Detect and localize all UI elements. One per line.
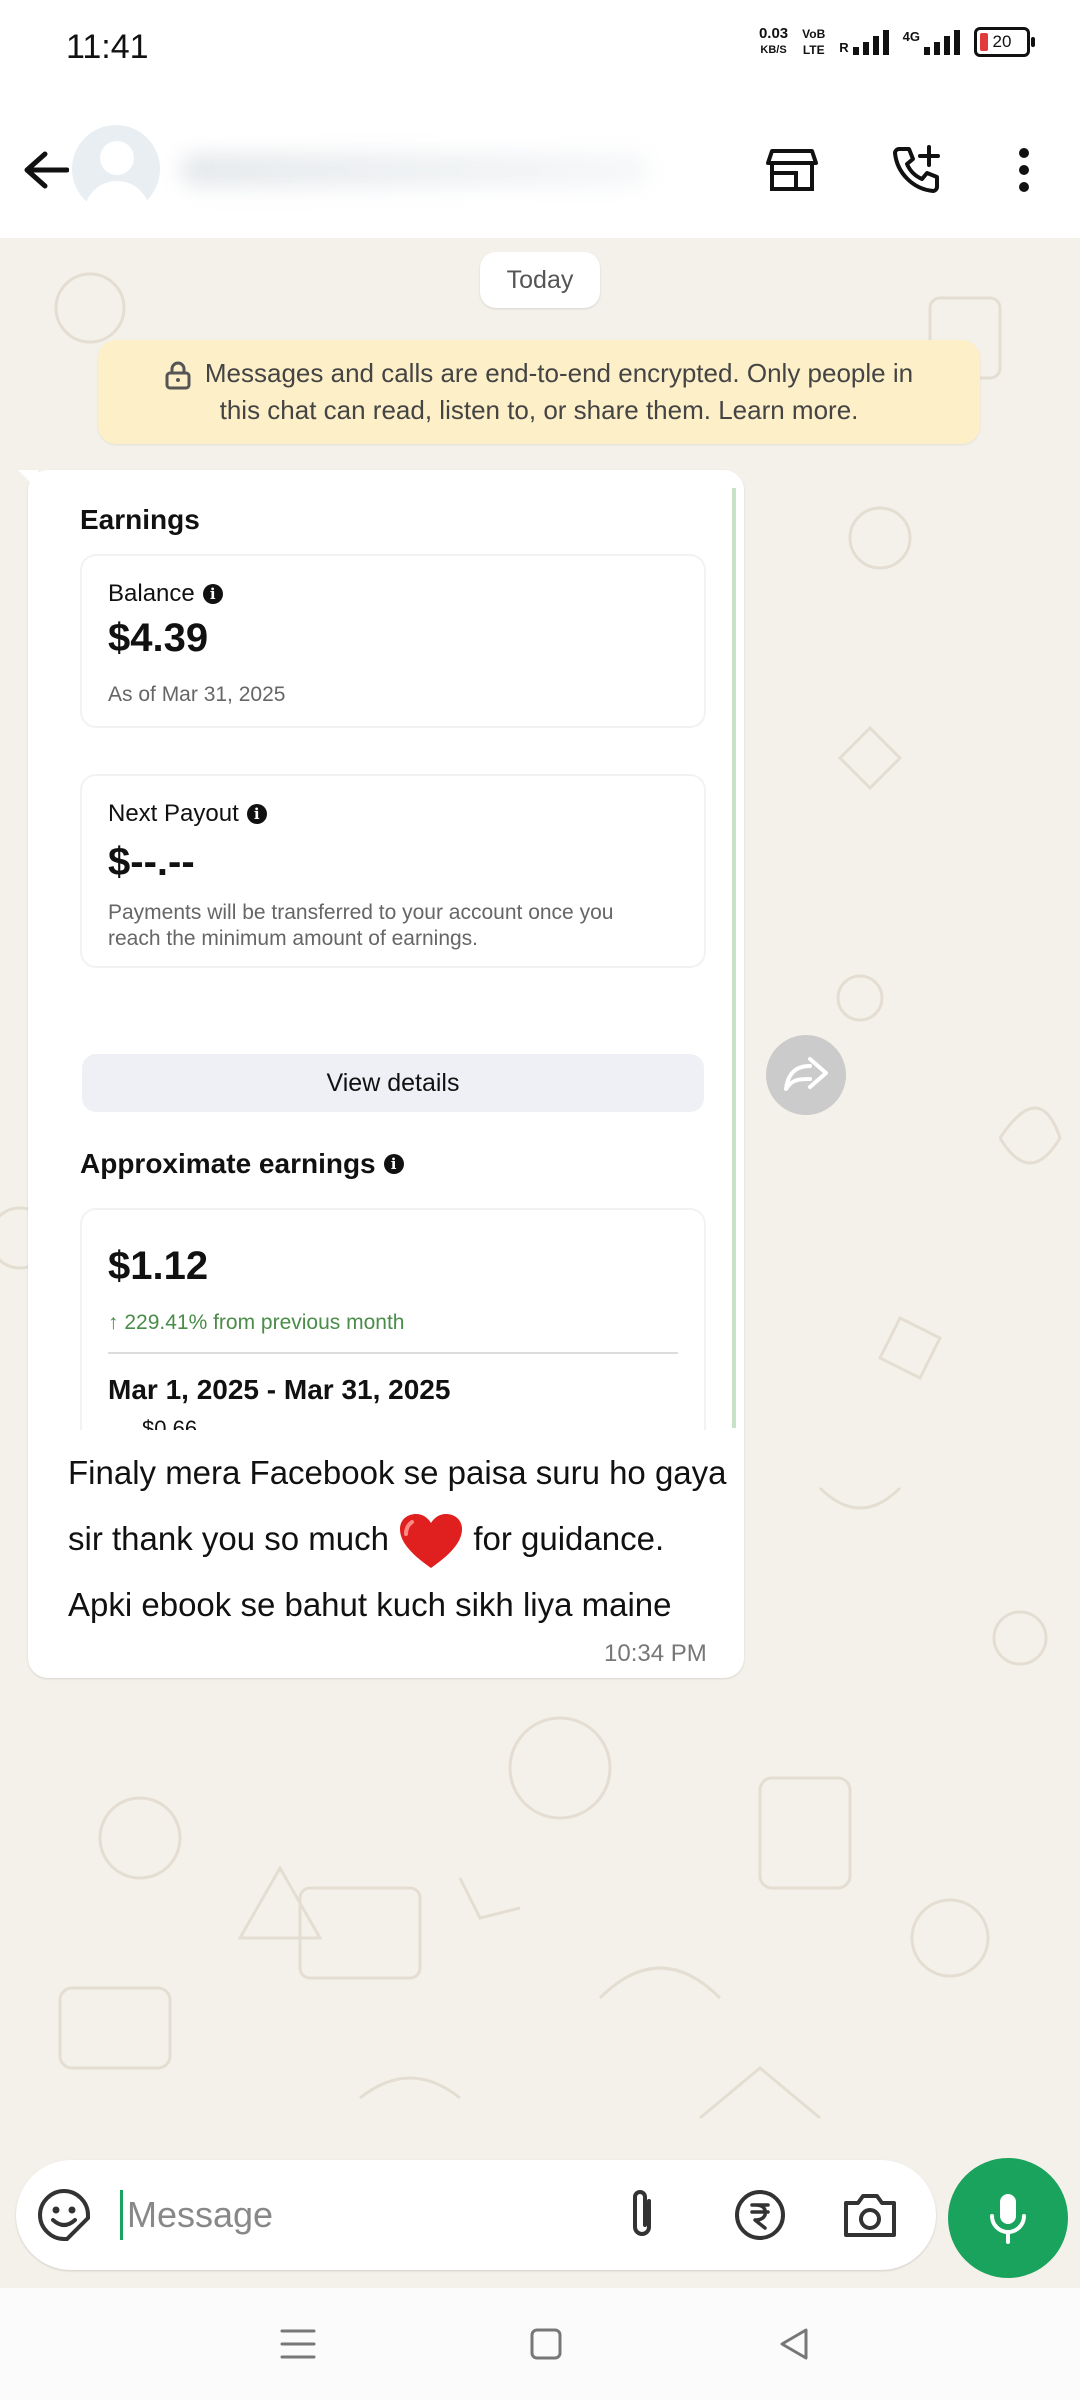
status-time: 11:41 <box>66 28 149 66</box>
home-nav-icon[interactable] <box>524 2324 568 2364</box>
more-vert-icon[interactable] <box>994 140 1054 200</box>
add-call-icon[interactable] <box>886 140 946 200</box>
mic-icon[interactable] <box>948 2158 1068 2278</box>
approx-change: ↑ 229.41% from previous month <box>108 1311 405 1334</box>
view-details-button: View details <box>82 1054 704 1112</box>
contact-name-redacted[interactable] <box>180 153 650 187</box>
paperclip-icon[interactable] <box>614 2187 670 2243</box>
message-time: 10:34 PM <box>604 1640 707 1667</box>
approx-label: Approximate earnings i <box>80 1148 404 1180</box>
red-heart-emoji <box>400 1514 463 1569</box>
image-edge <box>732 488 736 1428</box>
balance-value: $4.39 <box>108 616 209 660</box>
status-bar: 11:41 0.03 KB/S VoB LTE R 4G 20 <box>0 0 1080 95</box>
avatar[interactable] <box>72 125 160 213</box>
sticker-icon[interactable] <box>36 2187 92 2243</box>
bubble-tail <box>18 470 38 490</box>
encryption-notice[interactable]: Messages and calls are end-to-end encryp… <box>98 340 980 444</box>
system-nav-bar <box>0 2288 1080 2400</box>
forward-icon[interactable] <box>766 1035 846 1115</box>
net-speed: 0.03 KB/S <box>758 25 789 57</box>
status-icons: 0.03 KB/S VoB LTE R 4G 20 <box>758 25 1035 58</box>
payout-label: Next Payout i <box>108 800 267 828</box>
message-text: Finaly mera Facebook se paisa suru ho ga… <box>68 1440 728 1638</box>
info-icon: i <box>246 804 267 824</box>
volte-indicator: VoB LTE <box>802 27 826 57</box>
balance-card: Balance i $4.39 As of Mar 31, 2025 <box>82 556 704 726</box>
store-icon[interactable] <box>762 140 822 200</box>
message-input[interactable] <box>120 2190 597 2240</box>
divider <box>108 1352 678 1354</box>
signal-1: R <box>839 29 889 55</box>
approx-card: $1.12 ↑ 229.41% from previous month Mar … <box>82 1210 704 1430</box>
camera-icon[interactable] <box>842 2187 898 2243</box>
date-range: Mar 1, 2025 - Mar 31, 2025 <box>108 1374 451 1405</box>
balance-asof: As of Mar 31, 2025 <box>108 683 286 706</box>
message-image[interactable]: Earnings Balance i $4.39 As of Mar 31, 20… <box>44 484 738 1430</box>
date-chip: Today <box>480 252 600 308</box>
info-icon: i <box>202 584 223 604</box>
approx-value: $1.12 <box>108 1244 209 1288</box>
signal-2: 4G <box>903 29 960 55</box>
lock-icon <box>165 361 191 390</box>
back-nav-icon[interactable] <box>772 2324 816 2364</box>
menu-nav-icon[interactable] <box>276 2324 320 2364</box>
chat-header <box>0 95 1080 238</box>
encryption-text: Messages and calls are end-to-end encryp… <box>204 358 914 425</box>
back-arrow-icon[interactable] <box>16 140 76 200</box>
rupee-icon[interactable] <box>732 2187 788 2243</box>
battery-icon: 20 <box>974 27 1035 57</box>
payout-note: Payments will be transferred to your acc… <box>108 901 614 950</box>
balance-label: Balance i <box>108 580 223 608</box>
payout-card: Next Payout i $--.-- Payments will be tra… <box>82 776 704 966</box>
info-icon: i <box>383 1154 404 1174</box>
earnings-title: Earnings <box>80 504 200 535</box>
payout-value: $--.-- <box>108 840 195 884</box>
cut-off-value: $0.66 <box>142 1416 198 1430</box>
